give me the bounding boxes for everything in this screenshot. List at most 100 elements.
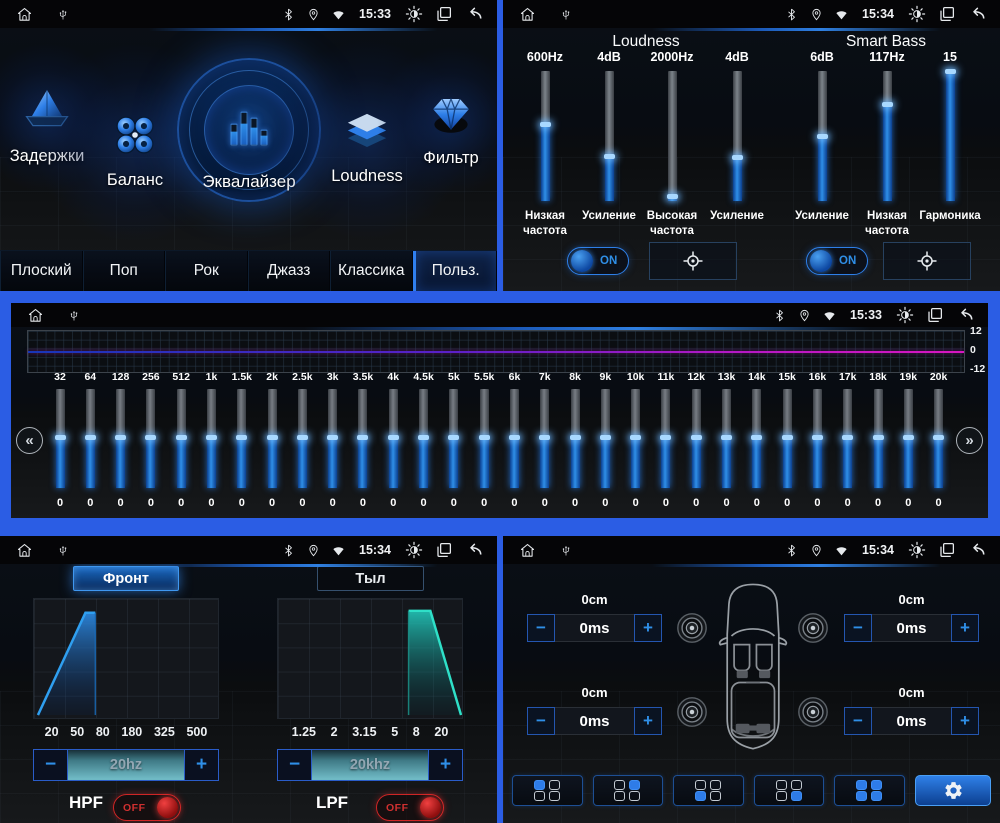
seat-preset-button[interactable] (592, 775, 664, 806)
delay-plus-button[interactable]: + (951, 614, 979, 642)
delay-minus-button[interactable]: − (844, 707, 872, 735)
home-icon[interactable] (27, 307, 44, 324)
band-slider-track[interactable] (266, 389, 278, 488)
recent-apps-icon[interactable] (938, 5, 956, 23)
band-slider-track[interactable] (751, 389, 763, 488)
band-slider-track[interactable] (205, 389, 217, 488)
back-icon[interactable] (465, 541, 483, 559)
back-icon[interactable] (968, 541, 986, 559)
preset-tab[interactable]: Плоский (0, 251, 83, 291)
recent-apps-icon[interactable] (435, 541, 453, 559)
brightness-icon[interactable] (908, 5, 926, 23)
band-slider-track[interactable] (145, 389, 157, 488)
band-slider-fill (508, 434, 520, 488)
menu-item-balance[interactable]: Баланс (90, 112, 180, 190)
delay-plus-button[interactable]: + (634, 614, 662, 642)
hpf-off-toggle[interactable]: OFF (113, 794, 181, 821)
slider-track[interactable] (816, 71, 828, 201)
seat-preset-button[interactable] (512, 775, 583, 806)
seat-preset-button[interactable] (753, 775, 825, 806)
usb-icon (68, 308, 80, 323)
recent-apps-icon[interactable] (938, 541, 956, 559)
band-slider-track[interactable] (54, 389, 66, 488)
preset-tab[interactable]: Поп (82, 251, 165, 291)
brightness-icon[interactable] (896, 306, 914, 324)
band-slider-track[interactable] (539, 389, 551, 488)
recent-apps-icon[interactable] (435, 5, 453, 23)
band-slider-track[interactable] (84, 389, 96, 488)
delay-plus-button[interactable]: + (951, 707, 979, 735)
delay-minus-button[interactable]: − (527, 614, 555, 642)
band-slider-track[interactable] (660, 389, 672, 488)
band-slider-track[interactable] (175, 389, 187, 488)
band-slider-track[interactable] (933, 389, 945, 488)
back-icon[interactable] (956, 306, 974, 324)
band-slider-track[interactable] (115, 389, 127, 488)
hpf-frequency-value[interactable]: 20hz (68, 750, 184, 780)
tab-front[interactable]: Фронт (73, 566, 179, 591)
band-slider-track[interactable] (569, 389, 581, 488)
band-slider-track[interactable] (448, 389, 460, 488)
menu-item-filter[interactable]: Фильтр (406, 90, 496, 168)
band-slider-track[interactable] (690, 389, 702, 488)
lpf-plus-button[interactable]: + (428, 750, 462, 780)
back-icon[interactable] (465, 5, 483, 23)
home-icon[interactable] (519, 6, 536, 23)
band-slider-track[interactable] (811, 389, 823, 488)
slider-track[interactable] (603, 71, 615, 201)
loudness-on-toggle[interactable]: ON (567, 247, 629, 275)
band-slider-track[interactable] (599, 389, 611, 488)
slider-track[interactable] (944, 69, 956, 201)
band-slider-track[interactable] (327, 389, 339, 488)
slider-track[interactable] (666, 71, 678, 201)
band-slider-track[interactable] (508, 389, 520, 488)
brightness-icon[interactable] (405, 541, 423, 559)
hpf-minus-button[interactable]: − (34, 750, 68, 780)
loudness-reset-button[interactable] (649, 242, 737, 280)
home-icon[interactable] (519, 542, 536, 559)
home-icon[interactable] (16, 6, 33, 23)
band-slider-track[interactable] (902, 389, 914, 488)
lpf-minus-button[interactable]: − (278, 750, 312, 780)
preset-tab[interactable]: Польз. (412, 251, 497, 291)
band-slider-track[interactable] (872, 389, 884, 488)
band-slider-track[interactable] (842, 389, 854, 488)
seat-preset-button[interactable] (673, 775, 744, 806)
slider-track[interactable] (881, 71, 893, 201)
preset-tab[interactable]: Джазз (247, 251, 330, 291)
home-icon[interactable] (16, 542, 33, 559)
slider-fill (666, 193, 678, 201)
band-slider: 10k 0 (621, 371, 651, 509)
brightness-icon[interactable] (908, 541, 926, 559)
hpf-plus-button[interactable]: + (184, 750, 218, 780)
band-slider-track[interactable] (357, 389, 369, 488)
page-right-button[interactable]: » (956, 427, 983, 454)
bluetooth-icon (785, 8, 798, 21)
delay-minus-button[interactable]: − (844, 614, 872, 642)
slider-track[interactable] (539, 71, 551, 201)
band-slider-track[interactable] (236, 389, 248, 488)
band-slider-track[interactable] (630, 389, 642, 488)
band-slider-track[interactable] (721, 389, 733, 488)
page-left-button[interactable]: « (16, 427, 43, 454)
band-slider-track[interactable] (387, 389, 399, 488)
brightness-icon[interactable] (405, 5, 423, 23)
seat-preset-button[interactable] (834, 775, 905, 806)
lpf-frequency-value[interactable]: 20khz (312, 750, 428, 780)
delay-minus-button[interactable]: − (527, 707, 555, 735)
smartbass-on-toggle[interactable]: ON (806, 247, 868, 275)
preset-tab[interactable]: Рок (165, 251, 248, 291)
smartbass-reset-button[interactable] (883, 242, 971, 280)
back-icon[interactable] (968, 5, 986, 23)
band-slider-track[interactable] (781, 389, 793, 488)
delay-plus-button[interactable]: + (634, 707, 662, 735)
tab-rear[interactable]: Тыл (317, 566, 424, 591)
recent-apps-icon[interactable] (926, 306, 944, 324)
preset-tab[interactable]: Классика (330, 251, 413, 291)
band-slider-track[interactable] (296, 389, 308, 488)
settings-button[interactable] (915, 775, 991, 806)
band-slider-track[interactable] (418, 389, 430, 488)
band-slider-track[interactable] (478, 389, 490, 488)
slider-track[interactable] (731, 71, 743, 201)
lpf-off-toggle[interactable]: OFF (376, 794, 444, 821)
